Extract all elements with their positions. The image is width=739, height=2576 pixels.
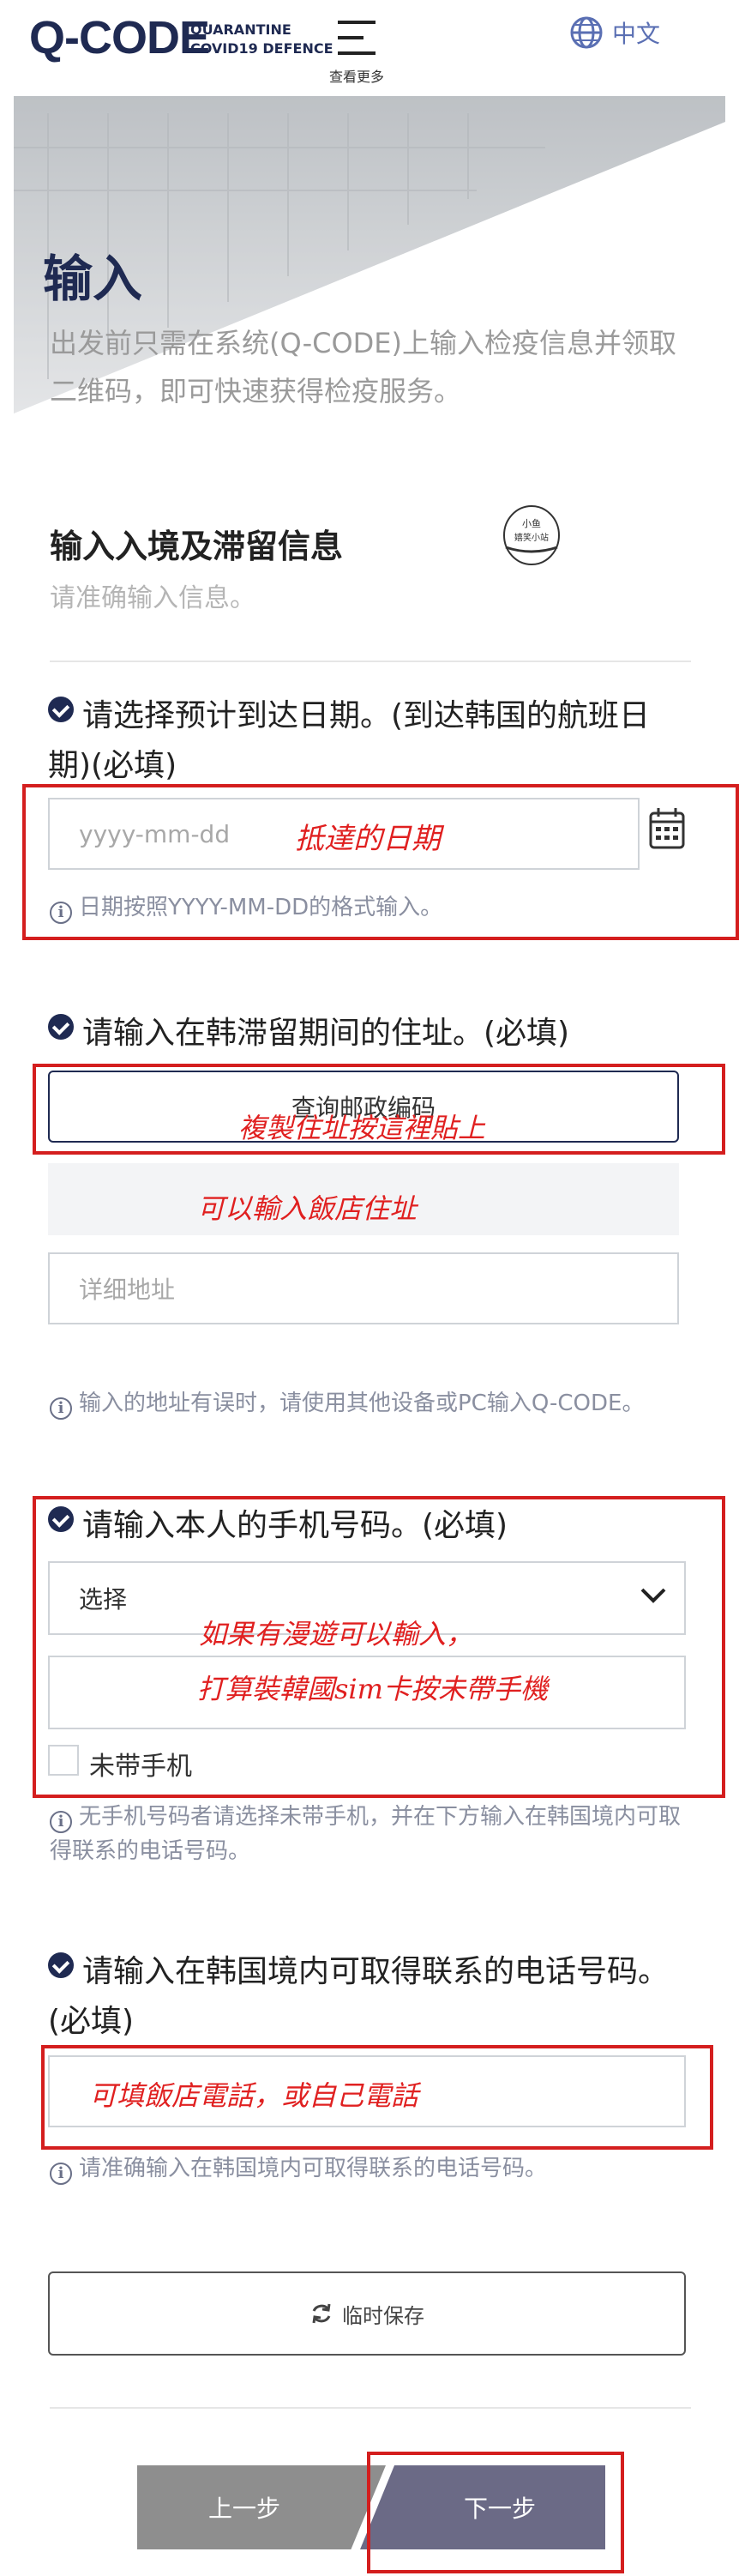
- section-divider: [50, 661, 691, 662]
- mobile-phone-hint: i 无手机号码者请选择未带手机，并在下方输入在韩国境内可取得联系的电话号码。: [50, 1804, 682, 1864]
- annotation-box-next: [367, 2452, 624, 2573]
- footer-divider: [50, 2407, 691, 2409]
- qcode-logo[interactable]: Q-CODE: [29, 12, 210, 63]
- svg-text:小鱼: 小鱼: [522, 517, 541, 529]
- info-icon: i: [50, 1397, 72, 1420]
- address-label: 请输入在韩滞留期间的住址。(必填): [48, 1009, 569, 1059]
- previous-step-button[interactable]: 上一步: [137, 2465, 386, 2549]
- arrival-date-label: 请选择预计到达日期。(到达韩国的航班日期)(必填): [48, 697, 651, 783]
- check-circle-icon: [48, 1014, 74, 1040]
- page-title: 输入: [43, 250, 143, 308]
- annotation-arrival: 抵達的日期: [295, 822, 441, 856]
- annotation-address-hotel: 可以輸入飯店住址: [197, 1192, 418, 1225]
- annotation-phone-roaming: 如果有漫遊可以輸入，: [199, 1618, 474, 1650]
- menu-label: 查看更多: [328, 69, 384, 85]
- contact-phone-hint: i 请准确输入在韩国境内可取得联系的电话号码。: [50, 2151, 547, 2186]
- temporary-save-button[interactable]: 临时保存: [48, 2271, 686, 2356]
- check-circle-icon: [48, 697, 74, 722]
- address-hint: i 输入的地址有误时，请使用其他设备或PC输入Q-CODE。: [50, 1386, 644, 1421]
- annotation-contact: 可填飯店電話，或自己電話: [89, 2079, 419, 2112]
- svg-text:嬉笑小站: 嬉笑小站: [514, 532, 549, 543]
- page-description: 出发前只需在系统(Q-CODE)上输入检疫信息并领取二维码，即可快速获得检疫服务…: [50, 327, 676, 407]
- hamburger-icon: [338, 21, 376, 24]
- annotation-address-paste: 複製住址按這裡貼上: [238, 1112, 486, 1144]
- blog-stamp-logo: 小鱼 嬉笑小站: [501, 499, 562, 568]
- check-circle-icon: [48, 1952, 74, 1978]
- info-icon: i: [50, 1811, 72, 1833]
- section-subtitle: 请准确输入信息。: [50, 583, 255, 613]
- annotation-phone-sim: 打算裝韓國sim卡按未帶手機: [197, 1673, 549, 1705]
- annotation-box-arrival: [22, 784, 739, 940]
- contact-phone-label: 请输入在韩国境内可取得联系的电话号码。(必填): [48, 1952, 670, 2039]
- section-title: 输入入境及滞留信息: [50, 528, 344, 565]
- info-icon: i: [50, 2163, 72, 2185]
- globe-icon: [570, 16, 603, 49]
- refresh-icon: [312, 2303, 331, 2324]
- language-selector[interactable]: 中文: [569, 15, 660, 50]
- detail-address-input[interactable]: 详细地址: [48, 1252, 679, 1324]
- logo-subtitle: QUARANTINE COVID19 DEFENCE: [190, 21, 333, 57]
